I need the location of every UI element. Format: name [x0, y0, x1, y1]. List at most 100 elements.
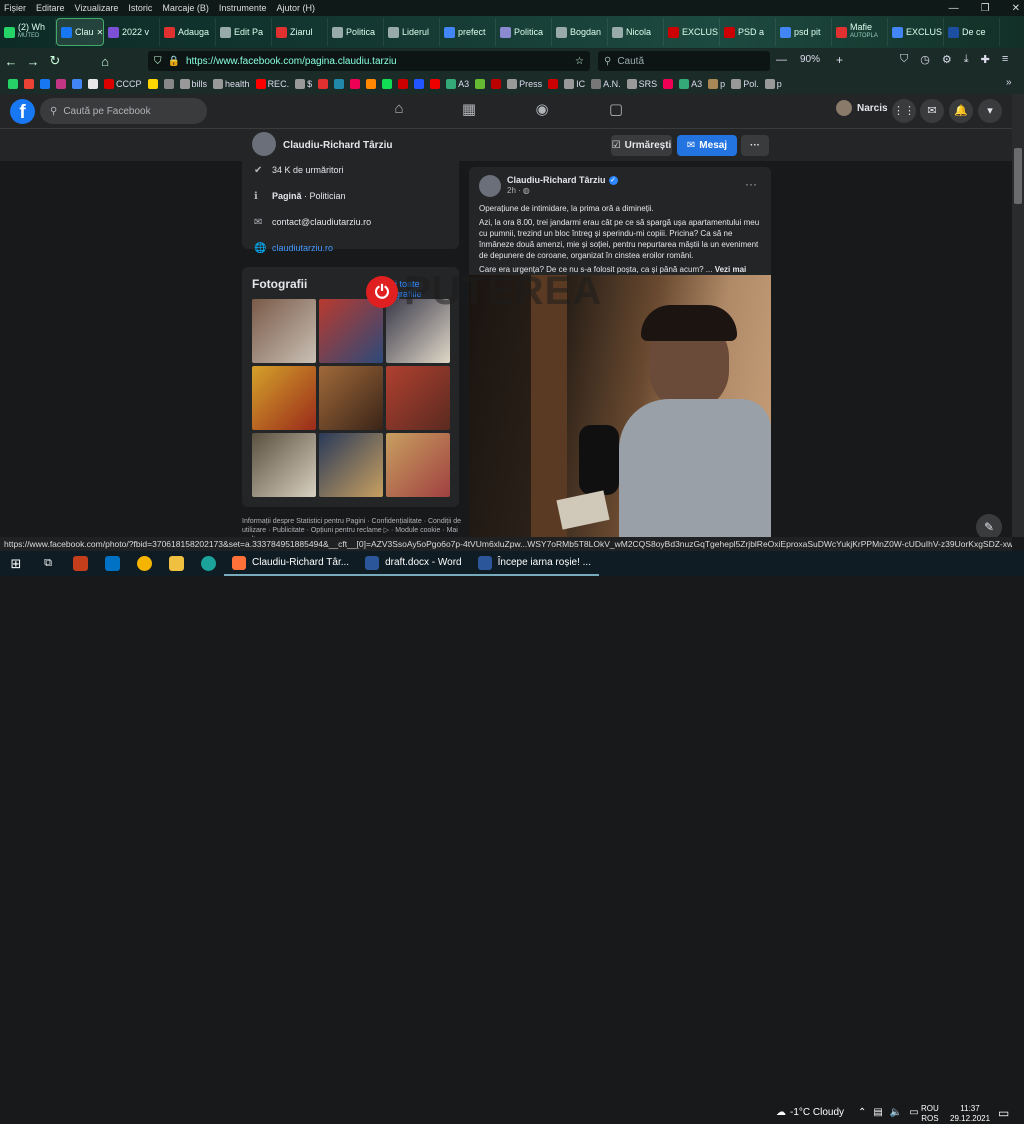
scrollbar-thumb[interactable]: [1014, 148, 1022, 204]
pocket-icon[interactable]: ⛉: [900, 53, 908, 66]
bookmark-item[interactable]: [40, 79, 50, 89]
bookmark-item[interactable]: $: [295, 79, 312, 89]
post-photo[interactable]: [469, 275, 771, 537]
chrome-icon[interactable]: [128, 551, 160, 576]
bookmark-item[interactable]: [366, 79, 377, 89]
back-icon[interactable]: ←: [0, 54, 22, 69]
bookmark-item[interactable]: [163, 79, 174, 89]
post-author-avatar[interactable]: [479, 175, 501, 197]
photo-thumbnail[interactable]: [252, 366, 316, 430]
new-message-icon[interactable]: ✎: [976, 514, 1002, 537]
taskbar-app[interactable]: draft.docx - Word: [357, 551, 470, 576]
bookmark-item[interactable]: A3: [679, 79, 702, 89]
browser-tab[interactable]: Adauga: [160, 18, 216, 46]
bookmark-item[interactable]: [56, 79, 66, 89]
taskbar-app[interactable]: Claudiu-Richard Târ...: [224, 551, 358, 576]
home-icon[interactable]: ⌂: [94, 54, 116, 69]
browser-tab[interactable]: EXCLUS: [888, 18, 944, 46]
bookmark-item[interactable]: [334, 79, 345, 89]
photo-thumbnail[interactable]: [252, 299, 316, 363]
downloads-icon[interactable]: ⤓: [964, 53, 969, 66]
browser-tab[interactable]: Bogdan: [552, 18, 608, 46]
photo-thumbnail[interactable]: [252, 433, 316, 497]
bookmark-star-icon[interactable]: ☆: [575, 56, 584, 67]
menu-item[interactable]: Instrumente: [219, 3, 267, 13]
language-indicator[interactable]: ROU ROS: [921, 1104, 939, 1124]
browser-tab[interactable]: (2) Wh MUTED: [0, 18, 56, 46]
bookmark-item[interactable]: [8, 79, 18, 89]
bookmark-item[interactable]: SRS: [626, 79, 657, 89]
bookmark-item[interactable]: A3: [446, 79, 469, 89]
notifications-icon[interactable]: 🔔: [949, 99, 973, 123]
bookmark-item[interactable]: Pol.: [731, 79, 759, 89]
bookmark-item[interactable]: [382, 79, 393, 89]
bookmark-item[interactable]: [430, 79, 441, 89]
search-bar[interactable]: ⚲ Caută: [598, 51, 770, 71]
url-bar[interactable]: ⛉ 🔒 https://www.facebook.com/pagina.clau…: [148, 51, 590, 71]
messenger-icon[interactable]: ✉: [920, 99, 944, 123]
menu-item[interactable]: Ajutor (H): [276, 3, 315, 13]
browser-tab[interactable]: 2022 v: [104, 18, 160, 46]
bookmark-item[interactable]: bills: [179, 79, 207, 89]
bookmark-item[interactable]: p: [708, 79, 725, 89]
bookmark-item[interactable]: REC.: [255, 79, 289, 89]
close-tab-icon[interactable]: ✕: [97, 28, 103, 37]
about-row-text[interactable]: claudiutarziu.ro: [272, 243, 333, 253]
extensions-icon[interactable]: ✚: [981, 53, 990, 66]
bookmark-item[interactable]: [72, 79, 82, 89]
browser-tab[interactable]: Edit Pa: [216, 18, 272, 46]
bookmark-item[interactable]: [475, 79, 486, 89]
minimize-icon[interactable]: —: [949, 3, 959, 14]
footer-links[interactable]: Informații despre Statistici pentru Pagi…: [242, 517, 462, 537]
photo-thumbnail[interactable]: [386, 433, 450, 497]
menu-item[interactable]: Vizualizare: [75, 3, 119, 13]
page-avatar[interactable]: [252, 132, 276, 156]
taskbar-app[interactable]: Începe iarna roșie! ...: [469, 551, 599, 576]
bookmark-item[interactable]: [398, 79, 409, 89]
tray-arrow-icon[interactable]: ⌃: [858, 1107, 866, 1118]
history-icon[interactable]: ◷: [920, 53, 930, 66]
bookmark-item[interactable]: IC: [564, 79, 585, 89]
post-more-options[interactable]: ···: [745, 177, 757, 191]
app-menu-icon[interactable]: ≡: [1002, 53, 1008, 66]
post-time[interactable]: 2h ·: [507, 186, 521, 195]
more-bookmarks-icon[interactable]: »: [1006, 77, 1012, 88]
page-name[interactable]: Claudiu-Richard Târziu: [283, 140, 392, 151]
browser-tab[interactable]: psd pit: [776, 18, 832, 46]
menu-item[interactable]: Istoric: [128, 3, 152, 13]
marketplace-icon[interactable]: ▦: [456, 100, 482, 122]
forward-icon[interactable]: →: [22, 54, 44, 69]
task-view-icon[interactable]: ⧉: [32, 551, 64, 576]
bookmark-item[interactable]: [491, 79, 502, 89]
network-icon[interactable]: ▤: [873, 1107, 882, 1118]
menu-item[interactable]: Fișier: [4, 3, 26, 13]
bookmark-item[interactable]: Press: [507, 79, 542, 89]
photo-thumbnail[interactable]: [386, 366, 450, 430]
browser-tab[interactable]: Politica: [496, 18, 552, 46]
browser-tab[interactable]: Politica: [328, 18, 384, 46]
bookmark-item[interactable]: CCCP: [104, 79, 142, 89]
menu-item[interactable]: Editare: [36, 3, 65, 13]
windows-start-icon[interactable]: ⊞: [0, 551, 32, 576]
bookmark-item[interactable]: [88, 79, 98, 89]
facebook-search-input[interactable]: ⚲ Caută pe Facebook: [40, 98, 207, 124]
bookmark-item[interactable]: [350, 79, 361, 89]
browser-tab[interactable]: Liderul: [384, 18, 440, 46]
browser-tab[interactable]: EXCLUS: [664, 18, 720, 46]
browser-tab[interactable]: prefect: [440, 18, 496, 46]
browser-tab[interactable]: PSD a: [720, 18, 776, 46]
bookmark-item[interactable]: [24, 79, 34, 89]
menu-item[interactable]: Marcaje (B): [162, 3, 209, 13]
bookmark-item[interactable]: [548, 79, 559, 89]
zoom-in-icon[interactable]: +: [836, 53, 843, 67]
file-explorer-icon[interactable]: [160, 551, 192, 576]
notification-center-icon[interactable]: ▭: [998, 1106, 1009, 1120]
browser-tab[interactable]: Clau ✕: [56, 18, 104, 46]
gaming-icon[interactable]: ▢: [603, 100, 629, 122]
browser-tab[interactable]: Nicola: [608, 18, 664, 46]
bookmark-item[interactable]: [414, 79, 425, 89]
edge-icon[interactable]: [192, 551, 224, 576]
bookmark-item[interactable]: health: [213, 79, 250, 89]
post-author[interactable]: Claudiu-Richard Târziu: [507, 175, 606, 185]
browser-tab[interactable]: De ce: [944, 18, 1000, 46]
